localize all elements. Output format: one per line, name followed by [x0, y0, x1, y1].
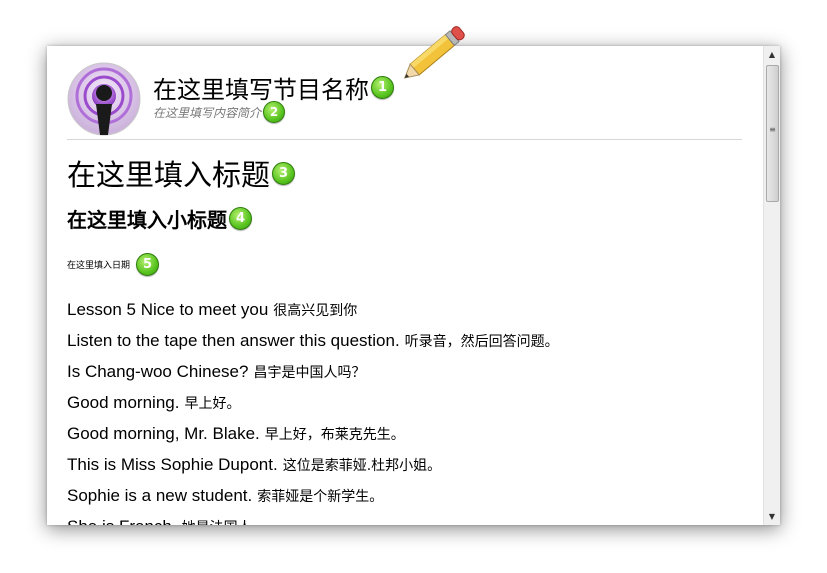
page-date-text: 在这里填入日期 — [67, 261, 131, 271]
english-text: Is Chang-woo Chinese? — [67, 361, 249, 381]
page-content: 在这里填写节目名称 1 在这里填写内容简介 2 在这里填入标题 3 在这里填入小… — [47, 46, 763, 525]
step-badge: 2 — [263, 101, 286, 123]
english-text: Good morning, Mr. Blake. — [67, 423, 260, 443]
transcript-line: Lesson 5 Nice to meet you 很高兴见到你 — [67, 294, 747, 325]
browser-window: 在这里填写节目名称 1 在这里填写内容简介 2 在这里填入标题 3 在这里填入小… — [47, 46, 780, 525]
scroll-up-arrow-icon[interactable]: ▲ — [764, 46, 780, 63]
english-text: Listen to the tape then answer this ques… — [67, 330, 400, 350]
transcript-line: She is French. 她是法国人。 — [67, 511, 747, 526]
page-subtitle: 在这里填入小标题 4 — [67, 204, 252, 233]
step-badge: 1 — [371, 76, 394, 99]
step-badge: 5 — [136, 253, 160, 276]
page-title: 在这里填入标题 3 — [67, 152, 296, 194]
chinese-text: 昌宇是中国人吗？ — [253, 364, 366, 381]
transcript-line: Sophie is a new student. 索菲娅是个新学生。 — [67, 480, 747, 511]
show-title-text: 在这里填写节目名称 — [153, 76, 369, 104]
show-description-text: 在这里填写内容简介 — [153, 105, 262, 120]
vertical-scrollbar[interactable]: ▲ ≡ ▼ — [763, 46, 780, 525]
page-subtitle-text: 在这里填入小标题 — [67, 208, 227, 232]
transcript-line: Good morning, Mr. Blake. 早上好，布莱克先生。 — [67, 418, 747, 449]
english-text: Good morning. — [67, 392, 180, 412]
transcript-line: Good morning. 早上好。 — [67, 387, 747, 418]
chinese-text: 她是法国人。 — [182, 517, 266, 526]
step-badge: 3 — [272, 161, 296, 185]
transcript-line: Listen to the tape then answer this ques… — [67, 325, 747, 356]
grip-icon: ≡ — [769, 125, 776, 134]
page-date: 在这里填入日期 5 — [67, 253, 160, 276]
chinese-text: 听录音，然后回答问题。 — [404, 333, 559, 350]
step-badge: 4 — [229, 207, 252, 230]
english-text: Lesson 5 Nice to meet you — [67, 299, 269, 319]
chinese-text: 早上好。 — [184, 395, 241, 412]
chinese-text: 早上好，布莱克先生。 — [264, 426, 405, 443]
show-title: 在这里填写节目名称 1 — [153, 70, 394, 105]
english-text: She is French. — [67, 517, 177, 526]
header-divider — [67, 139, 742, 140]
transcript-line: This is Miss Sophie Dupont. 这位是索菲娅.杜邦小姐。 — [67, 449, 747, 480]
pencil-icon — [403, 26, 465, 79]
english-text: Sophie is a new student. — [67, 485, 253, 505]
transcript-list: Lesson 5 Nice to meet you 很高兴见到你 Listen … — [67, 294, 747, 526]
scroll-down-arrow-icon[interactable]: ▼ — [764, 508, 780, 525]
chinese-text: 很高兴见到你 — [273, 302, 358, 319]
chinese-text: 这位是索菲娅.杜邦小姐。 — [282, 457, 442, 474]
show-description: 在这里填写内容简介 2 — [153, 101, 286, 123]
podcast-icon — [67, 62, 141, 136]
scroll-thumb[interactable]: ≡ — [766, 65, 779, 202]
page-title-text: 在这里填入标题 — [67, 158, 271, 192]
english-text: This is Miss Sophie Dupont. — [67, 454, 278, 474]
transcript-line: Is Chang-woo Chinese? 昌宇是中国人吗？ — [67, 356, 747, 387]
chinese-text: 索菲娅是个新学生。 — [257, 488, 384, 505]
